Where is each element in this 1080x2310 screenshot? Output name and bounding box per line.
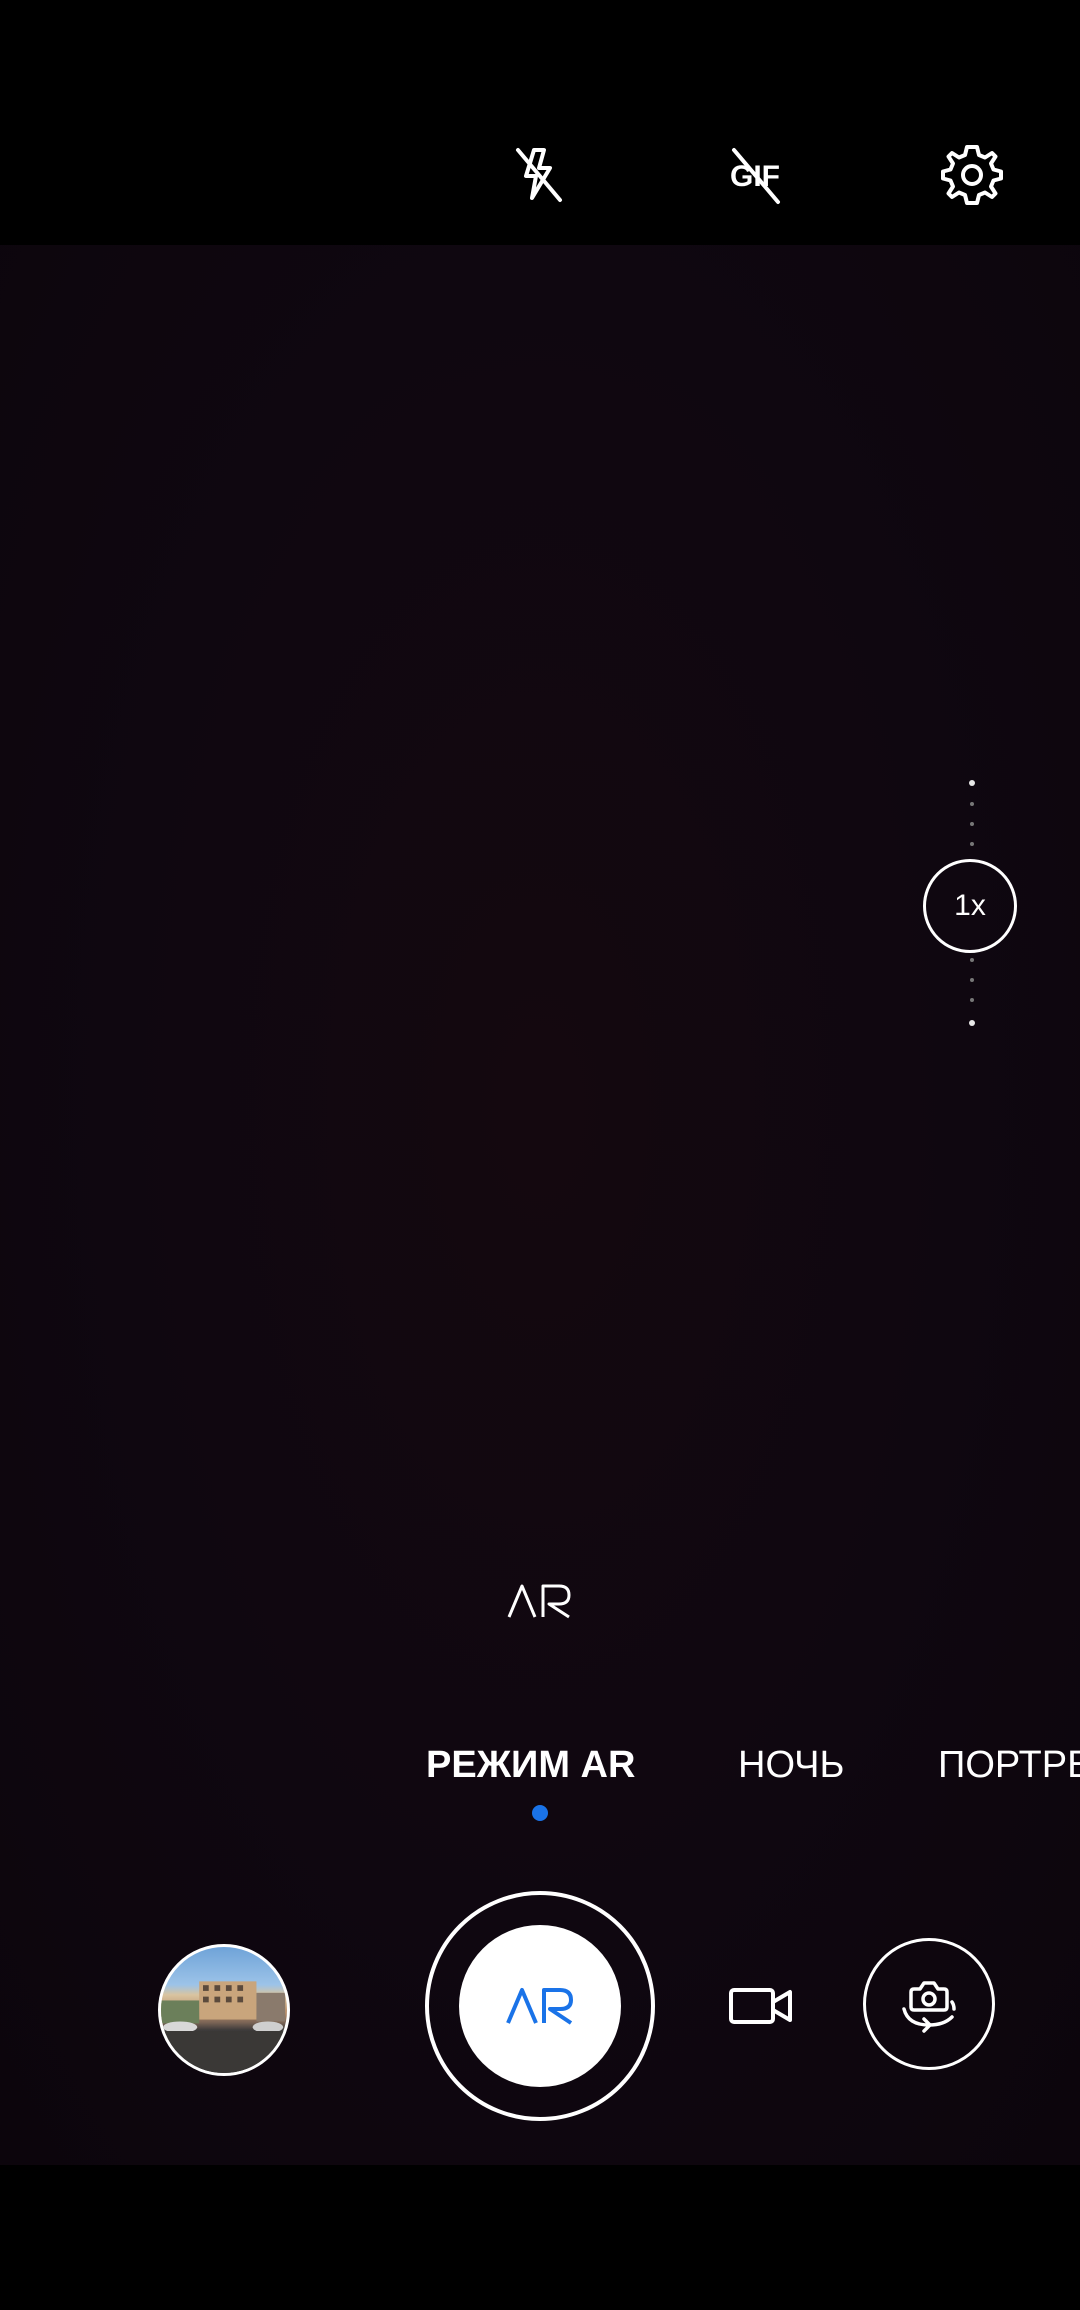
camera-screen: GIF 1x РЕЖИМ AR НОЧЬ ПОРТРЕТ bbox=[0, 0, 1080, 2310]
gallery-photo bbox=[161, 1981, 287, 2073]
bottom-bar bbox=[0, 2165, 1080, 2310]
zoom-level-button[interactable]: 1x bbox=[923, 859, 1017, 953]
mode-carousel[interactable]: РЕЖИМ AR НОЧЬ ПОРТРЕТ bbox=[0, 1740, 1080, 1790]
top-toolbar: GIF bbox=[0, 0, 1080, 245]
settings-button[interactable] bbox=[937, 140, 1007, 210]
zoom-tick bbox=[970, 802, 974, 806]
flash-off-button[interactable] bbox=[504, 140, 574, 210]
zoom-tick bbox=[970, 978, 974, 982]
shutter-button[interactable] bbox=[459, 1925, 621, 2087]
mode-portrait-tab[interactable]: ПОРТРЕТ bbox=[938, 1740, 1080, 1790]
zoom-tick bbox=[970, 842, 974, 846]
video-camera-icon[interactable] bbox=[728, 1978, 794, 2034]
active-mode-indicator bbox=[532, 1805, 548, 1821]
switch-camera-button[interactable] bbox=[863, 1938, 995, 2070]
zoom-min-dot bbox=[969, 1020, 975, 1026]
camera-switch-icon bbox=[902, 1981, 956, 2033]
flash-off-icon bbox=[516, 148, 562, 202]
gif-off-icon: GIF bbox=[730, 148, 780, 204]
zoom-tick bbox=[970, 822, 974, 826]
ar-logo-icon bbox=[507, 1584, 571, 1619]
mode-night-tab[interactable]: НОЧЬ bbox=[738, 1740, 844, 1790]
camera-viewfinder[interactable] bbox=[0, 245, 1080, 2165]
mode-ar-tab[interactable]: РЕЖИМ AR bbox=[426, 1740, 635, 1790]
ar-shutter-icon bbox=[506, 1988, 573, 2025]
zoom-tick bbox=[970, 998, 974, 1002]
zoom-max-dot bbox=[969, 780, 975, 786]
gallery-thumbnail[interactable] bbox=[158, 1944, 290, 2076]
gear-icon bbox=[941, 145, 1003, 205]
zoom-tick bbox=[970, 958, 974, 962]
gif-off-button[interactable]: GIF bbox=[720, 140, 790, 210]
